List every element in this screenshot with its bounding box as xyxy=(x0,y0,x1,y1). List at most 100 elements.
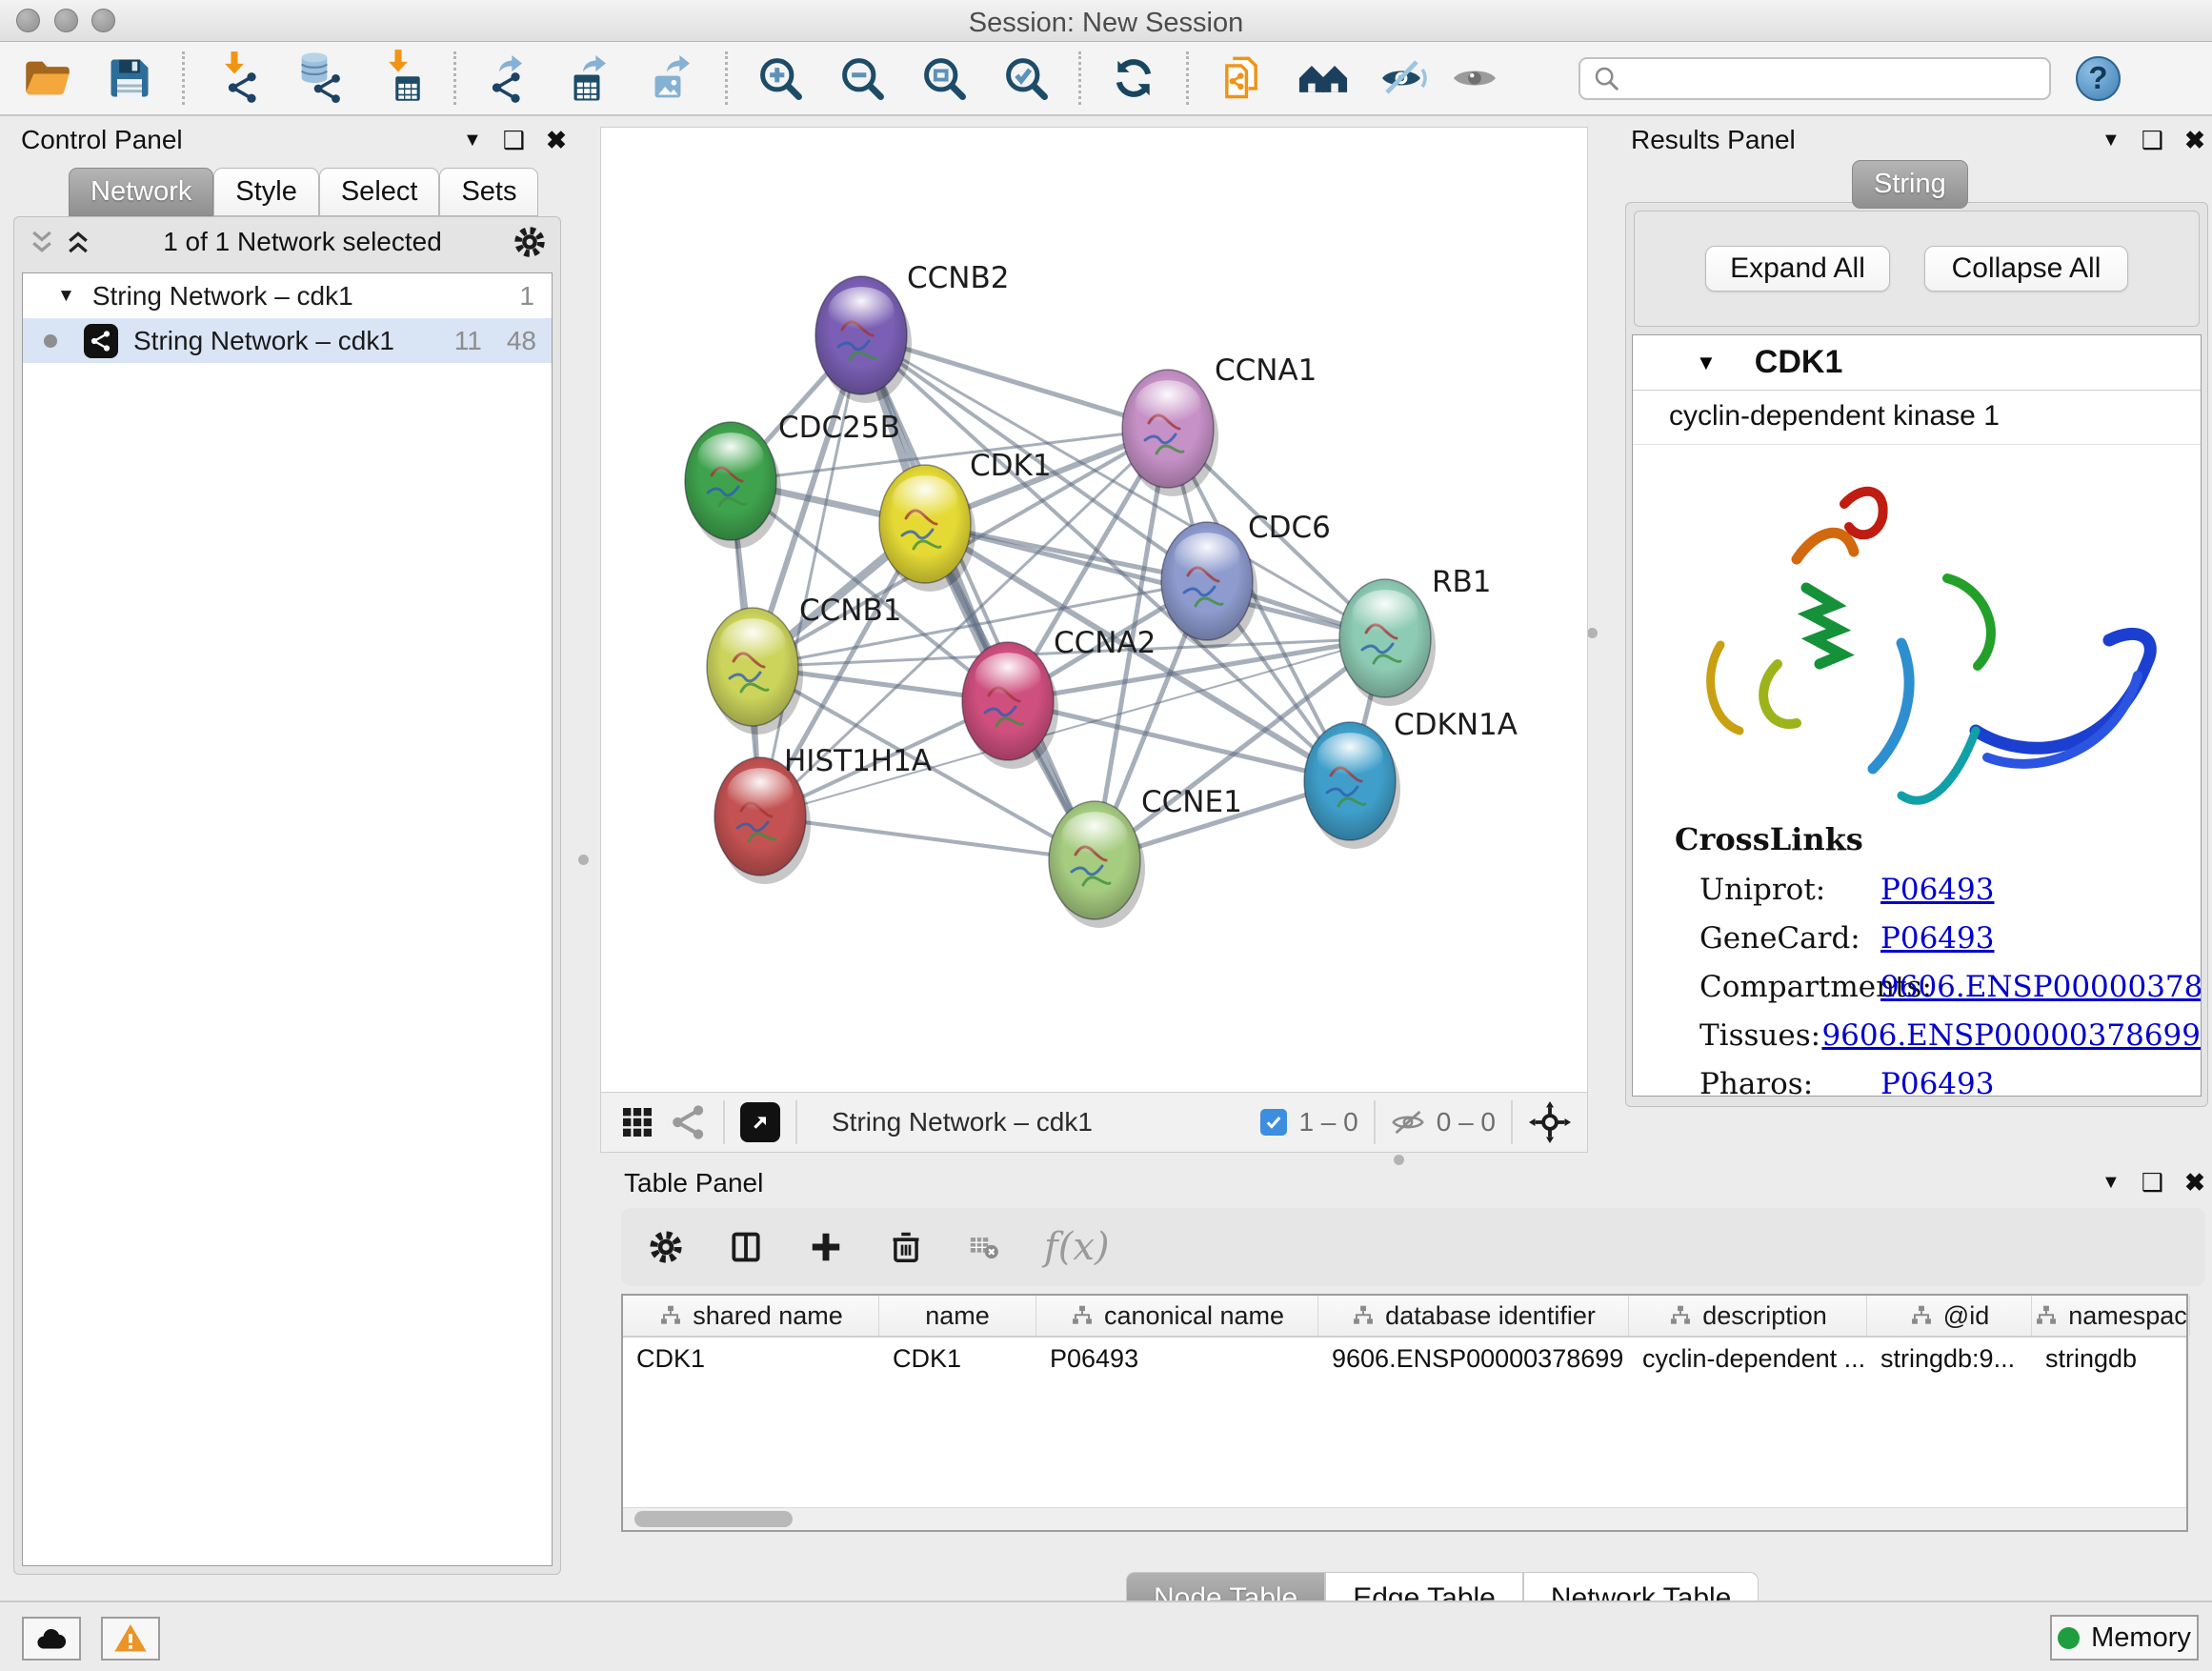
tab-select[interactable]: Select xyxy=(319,168,440,216)
results-tab-string[interactable]: String xyxy=(1852,160,1968,209)
zoom-in-icon[interactable] xyxy=(755,53,805,103)
panel-menu-icon[interactable]: ▼ xyxy=(2101,1173,2121,1192)
cloud-icon xyxy=(34,1621,69,1656)
save-session-icon[interactable] xyxy=(105,53,154,103)
gene-expand-icon[interactable]: ▼ xyxy=(1696,351,1717,375)
selected-nodes-checkbox[interactable] xyxy=(1260,1109,1287,1136)
tab-style[interactable]: Style xyxy=(213,168,318,216)
hidden-eye-icon[interactable] xyxy=(1391,1105,1425,1139)
node-CCNA1[interactable]: CCNA1 xyxy=(1122,353,1317,496)
crosslink-link[interactable]: P06493 xyxy=(1880,921,1994,956)
collection-expand-icon[interactable]: ▼ xyxy=(57,286,75,307)
home-icon[interactable] xyxy=(1298,53,1348,103)
string-document-icon[interactable] xyxy=(1217,53,1266,103)
refresh-icon[interactable] xyxy=(1109,53,1158,103)
expand-all-button[interactable]: Expand All xyxy=(1705,246,1890,292)
hide-glass-eye-icon[interactable] xyxy=(1380,53,1430,103)
separator xyxy=(1511,1100,1513,1144)
open-session-icon[interactable] xyxy=(23,53,72,103)
table-cell[interactable]: stringdb:9... xyxy=(1867,1338,2032,1379)
crosslink-label: Uniprot: xyxy=(1699,873,1880,907)
collection-count: 1 xyxy=(519,281,534,312)
network-collection-row[interactable]: ▼ String Network – cdk1 1 xyxy=(23,273,552,318)
node-CDKN1A[interactable]: CDKN1A xyxy=(1304,708,1518,849)
add-column-icon[interactable] xyxy=(808,1229,844,1265)
zoom-selected-icon[interactable] xyxy=(1001,53,1051,103)
memory-button[interactable]: Memory xyxy=(2050,1615,2199,1661)
crosslink-link[interactable]: P06493 xyxy=(1880,873,1994,907)
string-network-graph[interactable]: CCNB2CCNA1CDC25BCDK1CDC6RB1CCNB1CCNA2CDK… xyxy=(601,128,1587,1092)
table-cell[interactable]: P06493 xyxy=(1036,1338,1318,1379)
show-eye-icon[interactable] xyxy=(1450,53,1499,103)
cloud-button[interactable] xyxy=(22,1617,81,1661)
import-table-file-icon[interactable] xyxy=(376,53,426,103)
network-canvas[interactable]: CCNB2CCNA1CDC25BCDK1CDC6RB1CCNB1CCNA2CDK… xyxy=(600,127,1588,1093)
import-network-database-icon[interactable] xyxy=(294,53,344,103)
right-splitter-handle[interactable] xyxy=(1587,628,1598,638)
panel-float-icon[interactable]: ❑ xyxy=(503,128,525,152)
collapse-all-button[interactable]: Collapse All xyxy=(1924,246,2128,292)
zoom-out-icon[interactable] xyxy=(837,53,887,103)
node-label-RB1: RB1 xyxy=(1432,565,1492,599)
network-share-icon[interactable] xyxy=(670,1103,708,1141)
help-button[interactable]: ? xyxy=(2076,56,2121,101)
crosslink-link[interactable]: 9606.ENSP00000378699 xyxy=(1880,970,2202,1004)
zoom-fit-icon[interactable] xyxy=(919,53,969,103)
panel-float-icon[interactable]: ❑ xyxy=(2142,128,2163,152)
network-list: ▼ String Network – cdk1 1 String Network… xyxy=(22,272,553,1566)
column-header-namespac[interactable]: namespac xyxy=(2032,1296,2190,1336)
table-hscrollbar-thumb[interactable] xyxy=(634,1511,793,1527)
node-HIST1H1A[interactable]: HIST1H1A xyxy=(714,744,932,884)
crosslink-label: GeneCard: xyxy=(1699,921,1880,956)
import-network-file-icon[interactable] xyxy=(212,53,262,103)
crosslink-row: Tissues:9606.ENSP00000378699 xyxy=(1699,1018,2201,1053)
panel-menu-icon[interactable]: ▼ xyxy=(2101,131,2121,150)
tab-sets[interactable]: Sets xyxy=(439,168,538,216)
crosslink-link[interactable]: P06493 xyxy=(1880,1067,1994,1097)
table-row[interactable]: CDK1CDK1P064939606.ENSP00000378699cyclin… xyxy=(623,1338,2186,1379)
table-cell[interactable]: CDK1 xyxy=(879,1338,1036,1379)
export-network-icon[interactable] xyxy=(484,53,533,103)
crosslink-label: Compartments: xyxy=(1699,970,1880,1004)
node-CCNE1[interactable]: CCNE1 xyxy=(1049,785,1242,928)
network-row[interactable]: String Network – cdk1 11 48 xyxy=(23,318,552,363)
column-header-canonical-name[interactable]: canonical name xyxy=(1036,1296,1318,1336)
export-image-icon[interactable] xyxy=(648,53,697,103)
memory-status-dot xyxy=(2058,1627,2080,1649)
panel-float-icon[interactable]: ❑ xyxy=(2142,1170,2163,1195)
edge-CCNA2-CDKN1A[interactable] xyxy=(1008,701,1350,781)
table-hscrollbar[interactable] xyxy=(623,1507,2186,1530)
birds-eye-view-icon[interactable] xyxy=(740,1102,780,1142)
tab-network[interactable]: Network xyxy=(69,168,213,216)
table-cell[interactable]: 9606.ENSP00000378699 xyxy=(1318,1338,1629,1379)
node-CDC6[interactable]: CDC6 xyxy=(1161,511,1331,649)
node-CCNA2[interactable]: CCNA2 xyxy=(962,626,1156,769)
expand-all-networks-icon[interactable] xyxy=(64,228,92,256)
panel-close-icon[interactable]: ✖ xyxy=(2184,1170,2205,1195)
warnings-button[interactable] xyxy=(101,1617,160,1661)
node-RB1[interactable]: RB1 xyxy=(1339,565,1492,706)
network-options-gear-icon[interactable] xyxy=(513,225,547,259)
table-settings-gear-icon[interactable] xyxy=(648,1229,684,1265)
panel-close-icon[interactable]: ✖ xyxy=(2184,128,2205,152)
search-input[interactable] xyxy=(1579,57,2051,100)
table-cell[interactable]: CDK1 xyxy=(623,1338,879,1379)
collapse-all-networks-icon[interactable] xyxy=(28,228,56,256)
column-header-description[interactable]: description xyxy=(1629,1296,1867,1336)
panel-close-icon[interactable]: ✖ xyxy=(546,128,567,152)
crosslink-link[interactable]: 9606.ENSP00000378699 xyxy=(1821,1018,2201,1053)
column-header-shared-name[interactable]: shared name xyxy=(623,1296,879,1336)
export-table-icon[interactable] xyxy=(566,53,615,103)
crosshair-move-icon[interactable] xyxy=(1528,1100,1572,1144)
column-header-name[interactable]: name xyxy=(879,1296,1036,1336)
delete-column-icon[interactable] xyxy=(888,1229,924,1265)
panel-menu-icon[interactable]: ▼ xyxy=(463,131,482,150)
grid-view-icon[interactable] xyxy=(618,1103,656,1141)
column-header--id[interactable]: @id xyxy=(1867,1296,2032,1336)
table-cell[interactable]: cyclin-dependent ... xyxy=(1629,1338,1867,1379)
bottom-splitter-handle[interactable] xyxy=(1394,1155,1404,1165)
left-splitter-handle[interactable] xyxy=(578,855,589,865)
show-columns-icon[interactable] xyxy=(728,1229,764,1265)
table-cell[interactable]: stringdb xyxy=(2032,1338,2190,1379)
column-header-database-identifier[interactable]: database identifier xyxy=(1318,1296,1629,1336)
